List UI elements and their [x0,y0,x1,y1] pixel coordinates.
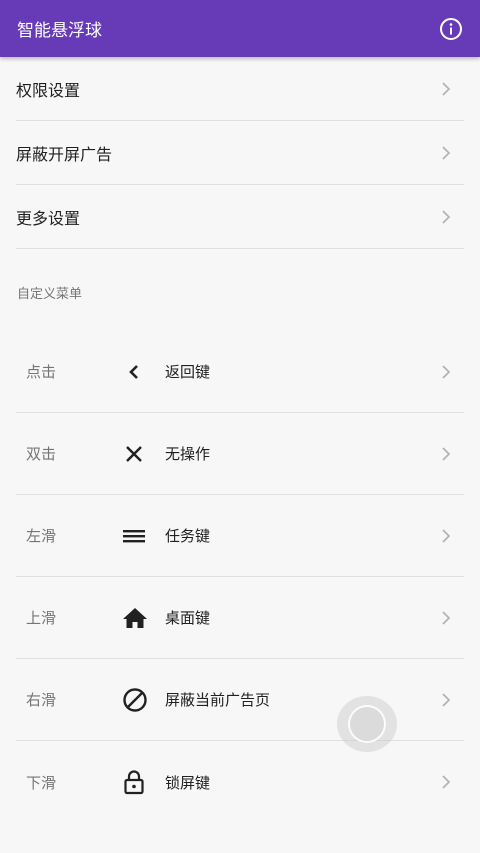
info-icon[interactable] [438,16,464,42]
setting-more[interactable]: 更多设置 [16,185,464,249]
block-icon [122,687,158,712]
custom-menu-header: 自定义菜单 [17,287,83,302]
menu-item-tap[interactable]: 点击 返回键 [16,331,464,413]
home-icon [122,606,158,630]
chevron-right-icon [436,362,456,382]
action-label: 无操作 [165,445,211,463]
action-label: 屏蔽当前广告页 [165,691,271,709]
setting-block-splash-ads[interactable]: 屏蔽开屏广告 [16,121,464,185]
chevron-right-icon [436,690,456,710]
menu-item-double-tap[interactable]: 双击 无操作 [16,413,464,495]
chevron-right-icon [436,444,456,464]
chevron-right-icon [436,608,456,628]
action-label: 任务键 [165,527,211,545]
chevron-right-icon [436,79,456,99]
chevron-right-icon [436,526,456,546]
action-label: 锁屏键 [165,773,211,792]
menu-item-swipe-left[interactable]: 左滑 任务键 [16,495,464,577]
gesture-label: 点击 [26,363,57,381]
setting-label: 权限设置 [16,80,81,100]
chevron-right-icon [436,772,456,792]
gesture-label: 上滑 [26,609,57,627]
menu-icon [122,524,158,548]
setting-label: 更多设置 [16,208,81,228]
menu-item-swipe-down[interactable]: 下滑 锁屏键 [16,741,464,823]
gesture-label: 右滑 [26,691,57,709]
menu-item-swipe-right[interactable]: 右滑 屏蔽当前广告页 [16,659,464,741]
gesture-label: 下滑 [26,773,57,792]
setting-label: 屏蔽开屏广告 [16,144,113,164]
app-bar: 智能悬浮球 [0,0,480,57]
gesture-label: 双击 [26,445,57,463]
action-label: 桌面键 [165,609,211,627]
back-arrow-icon [122,360,158,384]
close-icon [122,442,158,466]
chevron-right-icon [436,207,456,227]
settings-content: 权限设置 屏蔽开屏广告 更多设置 自定义菜单 点击 返回键 双击 无操作 左滑 … [0,57,480,823]
app-title: 智能悬浮球 [17,21,102,41]
setting-permissions[interactable]: 权限设置 [16,57,464,121]
action-label: 返回键 [165,363,211,381]
chevron-right-icon [436,143,456,163]
gesture-label: 左滑 [26,527,57,545]
floating-ball-inner [348,705,386,743]
menu-item-swipe-up[interactable]: 上滑 桌面键 [16,577,464,659]
lock-icon [122,770,158,795]
floating-ball[interactable] [337,696,397,752]
